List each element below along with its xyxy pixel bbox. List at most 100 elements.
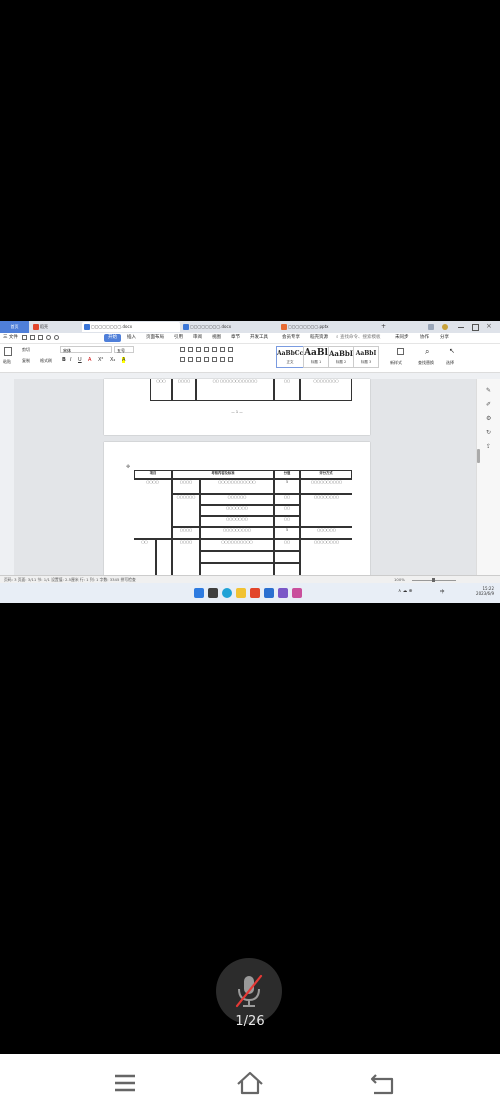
numbering-icon[interactable] <box>188 347 193 352</box>
copy-button[interactable]: 复制 <box>22 358 30 364</box>
style-heading-1[interactable]: AaBl 标题 1 <box>303 346 329 368</box>
document-canvas[interactable]: ▢▢▢ ▢▢▢▢ ▢▢ ▢▢▢▢▢▢▢▢▢▢▢▢ ▢▢ ▢▢▢▢▢▢▢▢ — 1… <box>14 379 476 582</box>
left-navigation-panel[interactable] <box>0 379 15 575</box>
tab-document-active[interactable]: ▢▢▢▢▢▢▢▢.docx <box>82 322 180 332</box>
input-method[interactable]: 中 <box>440 589 445 595</box>
collaborate-button[interactable]: 协作 <box>420 333 429 343</box>
share-button[interactable]: 分享 <box>440 333 449 343</box>
menu-docer[interactable]: 稻壳资源 <box>310 333 328 343</box>
maximize-icon[interactable] <box>472 324 479 331</box>
preview-icon[interactable] <box>38 335 43 340</box>
avatar[interactable] <box>442 324 448 330</box>
find-replace-label[interactable]: 查找替换 <box>418 360 434 366</box>
table-cell: ▢▢▢▢▢▢▢▢▢▢ <box>200 539 274 551</box>
app-icon[interactable] <box>278 588 288 598</box>
share-icon[interactable]: ⇪ <box>486 443 491 450</box>
select-label[interactable]: 选择 <box>446 360 454 366</box>
task-view-icon[interactable] <box>208 588 218 598</box>
back-button[interactable] <box>362 1066 402 1100</box>
align-left-icon[interactable] <box>180 357 185 362</box>
minimize-icon[interactable] <box>458 327 464 328</box>
bullets-icon[interactable] <box>180 347 185 352</box>
paste-label[interactable]: 粘贴 <box>3 359 11 365</box>
layout-icon[interactable] <box>428 324 434 330</box>
format-painter-button[interactable]: 格式刷 <box>40 358 52 364</box>
style-heading-2[interactable]: AaBbI 标题 2 <box>328 346 354 368</box>
close-icon[interactable]: × <box>486 322 492 330</box>
table-cell: 5 <box>274 527 300 539</box>
app-icon[interactable] <box>292 588 302 598</box>
menu-view[interactable]: 视图 <box>212 333 221 343</box>
style-normal[interactable]: AaBbCcI 正文 <box>276 346 306 368</box>
table-cell: ▢▢▢▢ <box>172 479 200 494</box>
tab-document-2[interactable]: ▢▢▢▢▢▢▢▢.docx <box>181 322 277 332</box>
edit-icon[interactable]: ✐ <box>486 401 491 408</box>
align-right-icon[interactable] <box>196 357 201 362</box>
tray-icons[interactable]: ∧ ☁ ⊕ <box>398 589 412 594</box>
font-size-select[interactable]: 五号 <box>114 346 134 353</box>
align-center-icon[interactable] <box>188 357 193 362</box>
zoom-slider-handle[interactable] <box>432 578 435 582</box>
tab-presentation[interactable]: ▢▢▢▢▢▢▢▢.pptx <box>279 322 375 332</box>
wps-icon[interactable] <box>250 588 260 598</box>
bold-icon[interactable]: B <box>62 357 66 363</box>
subscript-icon[interactable]: X₂ <box>110 357 115 363</box>
distributed-icon[interactable] <box>212 357 217 362</box>
paste-icon[interactable] <box>4 347 12 356</box>
windows-start-icon[interactable] <box>194 588 204 598</box>
vertical-scrollbar[interactable] <box>477 449 480 463</box>
shading-icon[interactable] <box>220 357 225 362</box>
table-header-cell: 分值 <box>274 470 300 479</box>
menu-member[interactable]: 会员专享 <box>282 333 300 343</box>
highlight-icon[interactable]: A <box>122 357 126 363</box>
menu-insert[interactable]: 插入 <box>127 333 136 343</box>
select-icon[interactable]: ↖ <box>449 347 455 355</box>
save-icon[interactable] <box>22 335 27 340</box>
increase-indent-icon[interactable] <box>204 347 209 352</box>
file-menu[interactable]: 三 文件 <box>3 333 18 343</box>
history-icon[interactable]: ↻ <box>486 429 491 436</box>
new-style-label[interactable]: 新样式 <box>390 360 402 366</box>
show-marks-icon[interactable] <box>228 347 233 352</box>
tab-docer[interactable]: 稻壳 <box>31 322 81 332</box>
command-search[interactable]: ⌕ 查找命令、搜索模板 <box>336 333 380 343</box>
line-spacing-icon[interactable] <box>212 347 217 352</box>
superscript-icon[interactable]: X² <box>98 357 103 363</box>
sync-status[interactable]: 未同步 <box>395 333 409 343</box>
menu-home[interactable]: 开始 <box>104 334 121 342</box>
menu-button[interactable] <box>105 1066 145 1100</box>
menu-review[interactable]: 审阅 <box>193 333 202 343</box>
sort-icon[interactable] <box>220 347 225 352</box>
style-caption: 标题 3 <box>360 360 372 364</box>
print-icon[interactable] <box>30 335 35 340</box>
italic-icon[interactable]: I <box>70 357 71 363</box>
undo-icon[interactable] <box>46 335 51 340</box>
underline-icon[interactable]: U <box>78 357 82 363</box>
table-cell: ▢▢▢▢▢▢▢ <box>200 505 274 516</box>
borders-icon[interactable] <box>228 357 233 362</box>
redo-icon[interactable] <box>54 335 59 340</box>
home-button[interactable] <box>230 1066 270 1100</box>
new-tab-button[interactable]: + <box>378 322 390 332</box>
word-icon[interactable] <box>264 588 274 598</box>
clock[interactable]: 15:22 2023/6/9 <box>460 586 494 596</box>
font-select[interactable]: 宋体 <box>60 346 112 353</box>
settings-icon[interactable]: ⚙ <box>486 415 491 422</box>
style-heading-3[interactable]: AaBbI 标题 3 <box>353 346 379 368</box>
justify-icon[interactable] <box>204 357 209 362</box>
pen-icon[interactable]: ✎ <box>486 387 491 394</box>
edge-icon[interactable] <box>222 588 232 598</box>
font-color-icon[interactable]: A <box>88 357 91 363</box>
menu-references[interactable]: 引用 <box>174 333 183 343</box>
file-explorer-icon[interactable] <box>236 588 246 598</box>
word-doc-icon <box>84 324 90 330</box>
cut-button[interactable]: 剪切 <box>22 347 30 353</box>
new-style-icon[interactable] <box>397 348 404 355</box>
menu-sections[interactable]: 章节 <box>231 333 240 343</box>
menu-page-layout[interactable]: 页面布局 <box>146 333 164 343</box>
menu-developer[interactable]: 开发工具 <box>250 333 268 343</box>
table-move-handle-icon[interactable]: ✥ <box>126 464 130 470</box>
decrease-indent-icon[interactable] <box>196 347 201 352</box>
home-tab[interactable]: 首页 <box>0 321 29 333</box>
find-replace-icon[interactable]: ⌕ <box>425 347 429 357</box>
